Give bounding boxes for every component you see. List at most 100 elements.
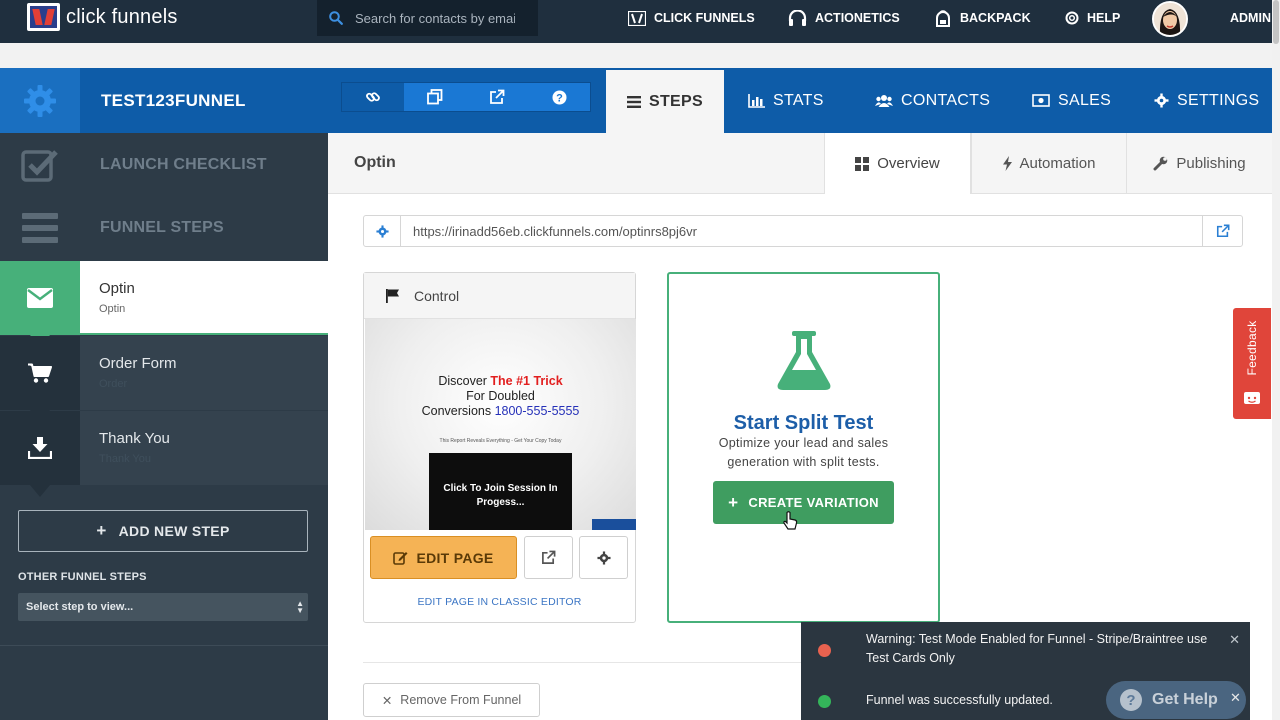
control-header: Control: [364, 273, 635, 319]
subtab-publishing[interactable]: Publishing: [1126, 133, 1272, 194]
headset-icon: [788, 9, 807, 26]
funnel-settings-button[interactable]: [0, 68, 80, 133]
tab-settings[interactable]: SETTINGS: [1154, 68, 1259, 133]
users-icon: [875, 94, 893, 107]
split-test-title: Start Split Test: [733, 412, 874, 434]
admin-menu[interactable]: ADMIN: [1230, 0, 1271, 36]
link-icon: [366, 92, 380, 102]
close-icon[interactable]: ✕: [1230, 690, 1241, 706]
search-input[interactable]: [355, 10, 515, 26]
search-box: [317, 0, 538, 36]
preview-subtext: This Report Reveals Everything - Get You…: [439, 438, 562, 444]
split-test-card: Start Split Test Optimize your lead and …: [667, 272, 940, 623]
feedback-label: Feedback: [1245, 320, 1259, 376]
edit-page-label: EDIT PAGE: [416, 549, 494, 566]
topnav-actionetics[interactable]: ACTIONETICS: [788, 0, 900, 36]
subtab-automation[interactable]: Automation: [971, 133, 1126, 194]
sidebar-step-thank-you[interactable]: Thank You Thank You: [0, 411, 328, 485]
preview-page-button[interactable]: [524, 536, 573, 579]
hand-cursor-icon: [783, 511, 798, 530]
get-help-button[interactable]: ? Get Help: [1106, 681, 1246, 719]
feedback-face-icon: [1244, 392, 1260, 404]
close-icon[interactable]: ✕: [1229, 630, 1240, 649]
page-scrollbar[interactable]: [1272, 0, 1280, 720]
preview-badge: [592, 519, 636, 530]
step-subtitle: Order: [99, 378, 128, 390]
subtab-publishing-label: Publishing: [1176, 155, 1246, 172]
step-title: Thank You: [99, 430, 170, 447]
topnav-clickfunnels-label: CLICK FUNNELS: [654, 11, 755, 25]
bolt-icon: [1002, 156, 1012, 171]
close-icon: ✕: [381, 693, 393, 708]
step-subtitle: Thank You: [99, 453, 151, 465]
control-variation-card: Control Discover The #1 Trick For Double…: [363, 272, 636, 623]
sidebar-item-launch-checklist[interactable]: LAUNCH CHECKLIST: [0, 133, 328, 197]
sidebar-step-optin[interactable]: Optin Optin: [0, 261, 328, 335]
menu-icon: [22, 213, 58, 243]
create-variation-button[interactable]: + CREATE VARIATION: [713, 481, 894, 524]
external-link-icon: [542, 550, 556, 564]
topnav-actionetics-label: ACTIONETICS: [815, 11, 900, 25]
control-label: Control: [414, 287, 460, 304]
select-arrows-icon: ▲ ▼: [296, 599, 304, 615]
page-settings-button[interactable]: [579, 536, 628, 579]
remove-from-funnel-button[interactable]: ✕ Remove From Funnel: [363, 683, 540, 717]
help-button[interactable]: ?: [528, 83, 590, 111]
tab-steps-label: STEPS: [649, 92, 703, 110]
user-avatar[interactable]: [1152, 1, 1188, 37]
step-subtitle: Optin: [99, 303, 126, 315]
logo-mark-icon: [27, 3, 60, 31]
spacer-strip: [0, 43, 1272, 68]
settings-gear-icon: [1154, 93, 1169, 108]
feedback-tab[interactable]: Feedback: [1233, 308, 1271, 419]
step-caret: [30, 485, 50, 497]
topnav-clickfunnels[interactable]: CLICK FUNNELS: [628, 0, 755, 36]
cart-icon: [28, 363, 52, 383]
edit-page-button[interactable]: EDIT PAGE: [370, 536, 517, 579]
clone-button[interactable]: [404, 83, 466, 111]
topnav-backpack-label: BACKPACK: [960, 11, 1031, 25]
url-settings-button[interactable]: [364, 216, 401, 246]
subtab-automation-label: Automation: [1019, 155, 1096, 172]
gear-icon: [596, 550, 611, 565]
plus-icon: +: [96, 521, 107, 540]
tab-sales-label: SALES: [1058, 91, 1112, 109]
topnav-backpack[interactable]: BACKPACK: [934, 0, 1031, 36]
tab-contacts[interactable]: CONTACTS: [875, 68, 990, 133]
edit-icon: [393, 552, 408, 565]
sidebar-item-funnel-steps[interactable]: FUNNEL STEPS: [0, 196, 328, 260]
copy-link-button[interactable]: [342, 83, 404, 111]
tab-steps[interactable]: STEPS: [606, 70, 724, 133]
tab-stats[interactable]: STATS: [748, 68, 824, 133]
page-title: Optin: [354, 154, 396, 171]
add-new-step-button[interactable]: + ADD NEW STEP: [18, 510, 308, 552]
open-url-button[interactable]: [1202, 216, 1242, 246]
copy-icon: [427, 89, 443, 105]
step-title: Order Form: [99, 355, 177, 372]
checkbox-icon: [21, 150, 58, 182]
sidebar-step-order-form[interactable]: Order Form Order: [0, 336, 328, 410]
funnel-tools-group: ?: [341, 82, 591, 112]
sidebar-item-launch-checklist-label: LAUNCH CHECKLIST: [100, 156, 267, 173]
preview-headline: Discover The #1 Trick For Doubled Conver…: [421, 374, 580, 418]
page-url-text[interactable]: https://irinadd56eb.clickfunnels.com/opt…: [413, 216, 697, 246]
tab-sales[interactable]: SALES: [1032, 68, 1111, 133]
split-test-description: Optimize your lead and sales generation …: [718, 436, 889, 469]
other-funnel-steps-label: OTHER FUNNEL STEPS: [18, 571, 147, 583]
add-new-step-label: ADD NEW STEP: [118, 523, 230, 539]
page-scrollbar-thumb[interactable]: [1273, 0, 1279, 44]
page-preview-thumbnail[interactable]: Discover The #1 Trick For Doubled Conver…: [365, 319, 636, 530]
clickfunnels-logo[interactable]: click funnels: [27, 3, 178, 31]
grid-icon: [855, 156, 870, 171]
open-funnel-button[interactable]: [466, 83, 528, 111]
other-steps-select[interactable]: Select step to view... ▲ ▼: [18, 593, 308, 621]
success-dot-icon: [818, 695, 831, 708]
other-steps-select-value: Select step to view...: [26, 601, 134, 613]
step-title: Optin: [99, 280, 135, 297]
question-icon: ?: [552, 90, 566, 104]
subtab-overview[interactable]: Overview: [824, 133, 971, 194]
subtab-overview-label: Overview: [877, 155, 940, 172]
topnav-help[interactable]: HELP: [1065, 0, 1120, 36]
edit-classic-editor-link[interactable]: EDIT PAGE IN CLASSIC EDITOR: [364, 596, 635, 608]
create-variation-label: CREATE VARIATION: [748, 495, 879, 510]
